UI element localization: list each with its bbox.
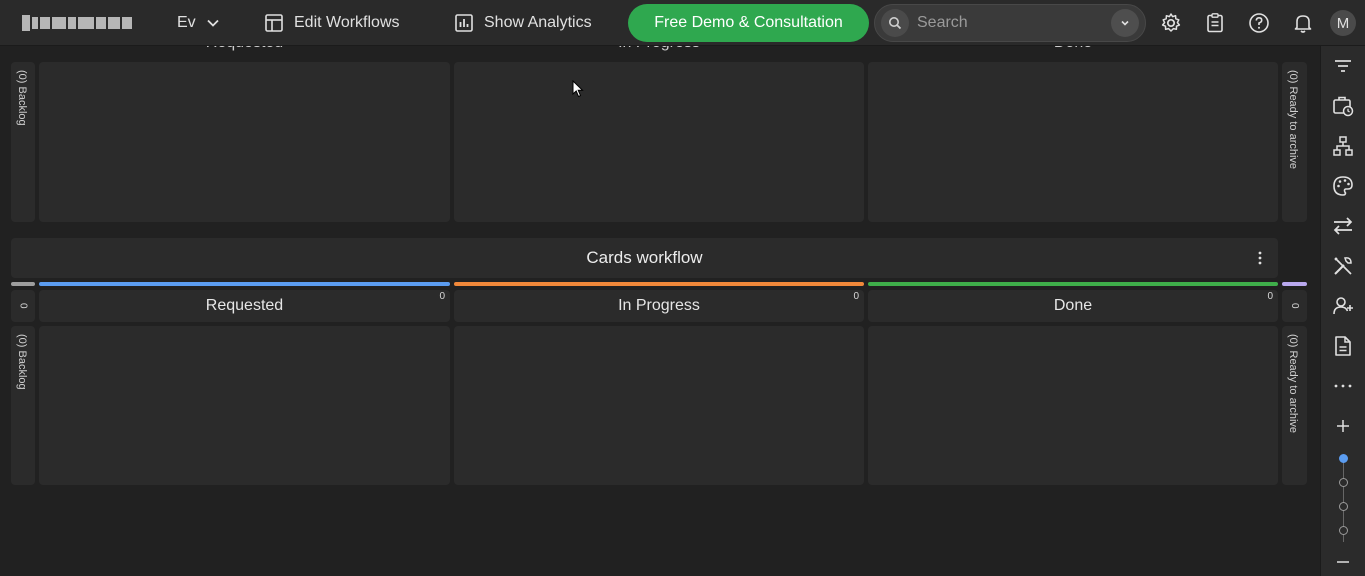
column-title: Done (1053, 297, 1093, 314)
archive-count: 0 (1289, 303, 1300, 309)
workflow-title: Cards workflow (586, 248, 703, 267)
board-name: Ev (177, 14, 196, 31)
search-dropdown-icon[interactable] (1111, 9, 1139, 37)
zoom-level-2[interactable] (1339, 478, 1348, 487)
chevron-down-icon (207, 19, 219, 27)
settings-gear-icon[interactable] (1159, 11, 1183, 35)
backlog-count: 0 (17, 303, 29, 309)
top-bar: Ev Edit Workflows Show Analytics Free De… (0, 0, 1365, 46)
upper-backlog-lane[interactable]: (0) Backlog (11, 62, 35, 222)
zoom-level-4[interactable] (1339, 526, 1348, 535)
column-header-in-progress[interactable]: In Progress 0 (454, 290, 864, 322)
edit-workflows-button[interactable]: Edit Workflows (264, 10, 400, 36)
palette-icon[interactable] (1331, 174, 1355, 198)
column-count: 0 (439, 291, 445, 302)
upper-archive-label: (0) Ready to archive (1287, 70, 1299, 170)
search-input[interactable] (917, 13, 1107, 33)
notifications-bell-icon[interactable] (1291, 11, 1315, 35)
column-title: In Progress (618, 297, 700, 314)
backlog-count-header[interactable]: 0 (11, 290, 35, 322)
table-icon (265, 14, 283, 32)
archive-label: (0) Ready to archive (1287, 334, 1299, 434)
column-title: Requested (205, 297, 284, 314)
column-header-done[interactable]: Done 0 (868, 290, 1278, 322)
swap-arrows-icon[interactable] (1331, 214, 1355, 238)
mouse-cursor-icon (572, 80, 584, 98)
requested-color-stripe (39, 282, 450, 286)
zoom-level-3[interactable] (1339, 502, 1348, 511)
free-demo-button[interactable]: Free Demo & Consultation (628, 4, 869, 42)
zoom-out-icon[interactable] (1331, 550, 1355, 574)
backlog-lane[interactable]: (0) Backlog (11, 326, 35, 485)
upper-backlog-label: (0) Backlog (16, 70, 28, 126)
upper-in-progress-lane[interactable] (454, 62, 864, 222)
workflow-header: Cards workflow (11, 238, 1278, 278)
archive-color-stripe (1282, 282, 1307, 286)
in-progress-lane[interactable] (454, 326, 864, 485)
add-user-icon[interactable] (1331, 294, 1355, 318)
clipboard-icon[interactable] (1203, 11, 1227, 35)
search-box (874, 4, 1146, 42)
board-selector[interactable]: Ev (177, 12, 220, 34)
column-header-requested[interactable]: Requested 0 (39, 290, 450, 322)
requested-lane[interactable] (39, 326, 450, 485)
backlog-label: (0) Backlog (16, 334, 28, 390)
column-count: 0 (1267, 291, 1273, 302)
archive-lane[interactable]: (0) Ready to archive (1282, 326, 1307, 485)
done-lane[interactable] (868, 326, 1278, 485)
backlog-color-stripe (11, 282, 35, 286)
zoom-in-icon[interactable] (1331, 414, 1355, 438)
column-count: 0 (853, 291, 859, 302)
archive-count-header[interactable]: 0 (1282, 290, 1307, 322)
edit-workflows-label: Edit Workflows (294, 14, 400, 31)
show-analytics-button[interactable]: Show Analytics (454, 10, 592, 36)
filter-icon[interactable] (1331, 54, 1355, 78)
upper-archive-lane[interactable]: (0) Ready to archive (1282, 62, 1307, 222)
upper-done-lane[interactable] (868, 62, 1278, 222)
logo[interactable] (22, 15, 136, 31)
done-color-stripe (868, 282, 1278, 286)
right-toolbar (1320, 46, 1365, 576)
more-icon[interactable] (1331, 374, 1355, 398)
user-avatar[interactable]: M (1330, 10, 1356, 36)
zoom-level-1[interactable] (1339, 454, 1348, 463)
hierarchy-icon[interactable] (1331, 134, 1355, 158)
upper-requested-lane[interactable] (39, 62, 450, 222)
in-progress-color-stripe (454, 282, 864, 286)
show-analytics-label: Show Analytics (484, 14, 592, 31)
help-icon[interactable] (1247, 11, 1271, 35)
document-icon[interactable] (1331, 334, 1355, 358)
search-icon[interactable] (881, 9, 909, 37)
bar-chart-icon (455, 14, 473, 32)
kebab-menu-icon[interactable] (1252, 248, 1268, 268)
calendar-clock-icon[interactable] (1331, 94, 1355, 118)
tools-icon[interactable] (1331, 254, 1355, 278)
